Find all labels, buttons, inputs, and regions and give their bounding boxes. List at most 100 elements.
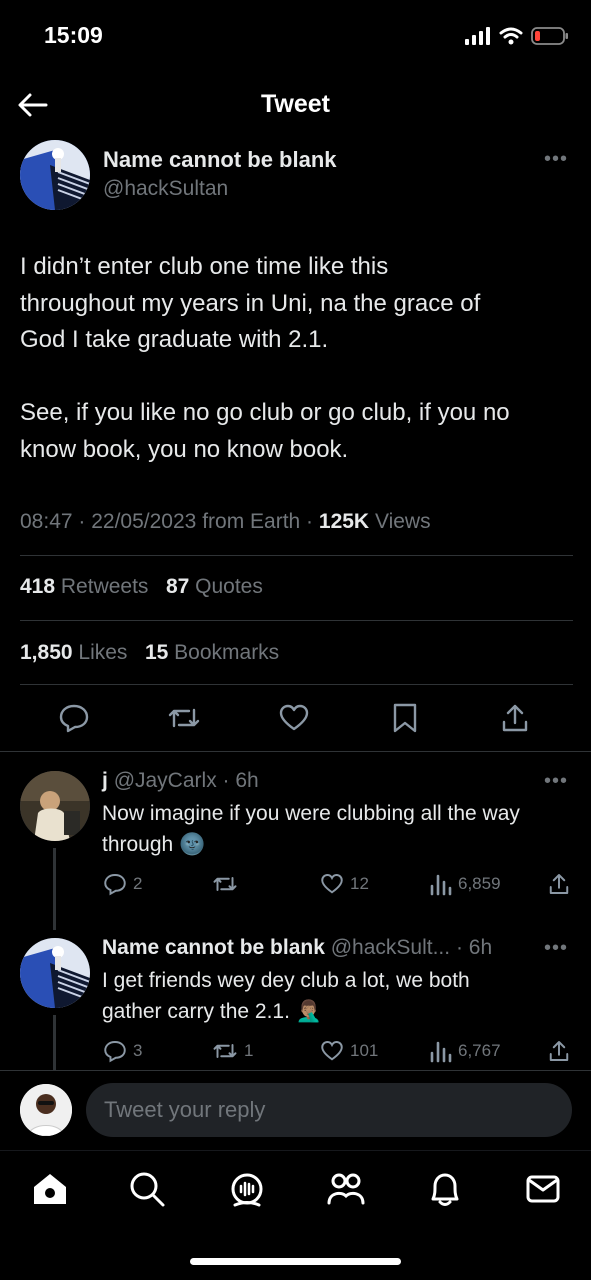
more-options-icon[interactable]: •••: [544, 937, 568, 960]
status-time: 15:09: [44, 22, 103, 48]
more-options-icon[interactable]: •••: [544, 148, 568, 171]
author-name[interactable]: Name cannot be blank: [103, 147, 337, 173]
reply-line: I get friends wey dey club a lot, we bot…: [102, 969, 470, 992]
views-count: 125K: [318, 510, 370, 533]
tweet-time: 08:47: [20, 510, 73, 533]
status-bar: 15:09: [0, 0, 591, 70]
quotes-link[interactable]: 87 Quotes: [166, 575, 263, 598]
views-count[interactable]: 6,859: [430, 872, 501, 896]
retweet-icon: [213, 877, 237, 891]
reply-count-value: 2: [133, 874, 143, 893]
tweet-date: 22/05/2023: [91, 510, 197, 533]
facepalm-emoji: 🤦🏽‍♂️: [295, 1000, 322, 1023]
bookmarks-count: 15: [144, 641, 169, 664]
spaces-icon[interactable]: [227, 1169, 267, 1209]
reply-input[interactable]: Tweet your reply: [86, 1083, 572, 1137]
reply-author-name[interactable]: Name cannot be blank: [102, 936, 325, 959]
reply-avatar[interactable]: [20, 938, 90, 1008]
likes-label: Likes: [78, 641, 128, 664]
status-icons: [465, 26, 569, 46]
bookmark-icon[interactable]: [390, 702, 420, 734]
likes-count: 1,850: [20, 641, 73, 664]
bookmarks-label: Bookmarks: [174, 641, 280, 664]
reply-line: Now imagine if you were clubbing all the…: [102, 802, 520, 825]
more-options-icon[interactable]: •••: [544, 770, 568, 793]
divider: [20, 684, 573, 685]
reply-count[interactable]: 2: [103, 872, 142, 896]
views-icon: [430, 874, 452, 896]
reply-composer: Tweet your reply: [0, 1070, 591, 1150]
retweet-count[interactable]: 1: [212, 1039, 253, 1063]
retweet-icon: [213, 1044, 237, 1058]
home-icon[interactable]: [30, 1169, 70, 1209]
reply-icon: [104, 874, 126, 896]
quotes-count: 87: [165, 575, 190, 598]
signal-icon: [465, 27, 490, 45]
like-icon: [321, 1041, 343, 1061]
wifi-icon: [499, 27, 523, 45]
tweet-line: God I take graduate with 2.1.: [20, 326, 329, 353]
thread-line: [53, 1015, 56, 1070]
tweet-meta: 08:47 · 22/05/2023 from Earth · 125K Vie…: [20, 510, 431, 533]
notifications-icon[interactable]: [425, 1169, 465, 1209]
like-count-value: 101: [350, 1041, 379, 1060]
retweets-link[interactable]: 418 Retweets: [20, 575, 148, 598]
like-icon: [321, 874, 343, 894]
reply-count[interactable]: 3: [103, 1039, 142, 1063]
thread-line: [53, 848, 56, 930]
reply-icon: [104, 1041, 126, 1063]
reply-line: gather carry the 2.1.: [102, 1000, 290, 1023]
avatar-image: [20, 1084, 72, 1136]
reply-icon[interactable]: [58, 702, 90, 734]
reply-header: j @JayCarlx · 6h: [102, 769, 259, 792]
reply-text: Now imagine if you were clubbing all the…: [102, 798, 582, 860]
retweet-count[interactable]: [212, 872, 244, 896]
like-count-value: 12: [350, 874, 369, 893]
reply-header: Name cannot be blank @hackSult... · 6h: [102, 936, 493, 959]
avatar-image: [20, 771, 90, 841]
reply-author-handle[interactable]: @hackSult...: [331, 936, 450, 959]
retweet-quote-row: 418 Retweets 87 Quotes: [20, 575, 263, 599]
reply-author-name[interactable]: j: [102, 769, 108, 792]
views-count-value: 6,859: [458, 874, 501, 893]
quotes-label: Quotes: [195, 575, 263, 598]
reply-author-handle[interactable]: @JayCarlx: [114, 769, 217, 792]
like-icon[interactable]: [278, 702, 310, 734]
share-icon[interactable]: [547, 1039, 571, 1068]
divider: [20, 620, 573, 621]
search-icon[interactable]: [127, 1169, 167, 1209]
like-count[interactable]: 101: [320, 1039, 378, 1063]
reply-avatar[interactable]: [20, 771, 90, 841]
likes-link[interactable]: 1,850 Likes: [20, 641, 127, 664]
tweet-line: I didn’t enter club one time like this: [20, 253, 389, 280]
reply-age: 6h: [468, 936, 493, 959]
home-indicator[interactable]: [190, 1258, 401, 1265]
share-icon[interactable]: [499, 702, 531, 734]
tweet-source: from Earth: [202, 510, 301, 533]
page-title: Tweet: [261, 90, 330, 118]
retweet-icon[interactable]: [167, 702, 201, 734]
views-count[interactable]: 6,767: [430, 1039, 501, 1063]
new-moon-face-emoji: 🌚: [179, 833, 206, 856]
reply-line: through: [102, 833, 174, 856]
battery-icon: [531, 27, 568, 45]
reply-count-value: 3: [133, 1041, 143, 1060]
my-avatar[interactable]: [20, 1084, 72, 1136]
like-count[interactable]: 12: [320, 872, 369, 896]
divider: [20, 555, 573, 556]
retweets-label: Retweets: [60, 575, 149, 598]
messages-icon[interactable]: [523, 1169, 563, 1209]
bookmarks-link[interactable]: 15 Bookmarks: [145, 641, 279, 664]
avatar-image: [20, 140, 90, 210]
communities-icon[interactable]: [326, 1169, 366, 1209]
reply-age: 6h: [235, 769, 259, 792]
tweet-line: know book, you no know book.: [20, 435, 349, 463]
top-header: Tweet: [0, 70, 591, 138]
tweet-body: I didn’t enter club one time like this t…: [20, 249, 580, 468]
author-handle[interactable]: @hackSultan: [103, 177, 228, 201]
tweet-line: See, if you like no go club or go club, …: [20, 399, 510, 426]
divider: [0, 751, 591, 752]
author-avatar[interactable]: [20, 140, 90, 210]
share-icon[interactable]: [547, 872, 571, 901]
